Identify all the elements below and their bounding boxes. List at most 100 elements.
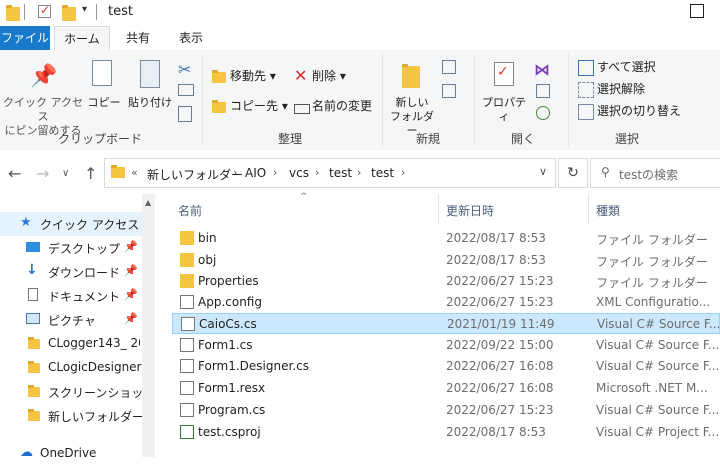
file-name: CaioCs.cs bbox=[199, 317, 257, 331]
nav-downloads[interactable]: ↓ ダウンロード 📌 bbox=[0, 260, 142, 284]
folder-icon bbox=[111, 165, 125, 178]
properties-check-icon[interactable]: ✓ bbox=[38, 3, 51, 18]
navigation-pane: ★ クイック アクセス デスクトップ 📌 ↓ ダウンロード 📌 ドキュメント 📌… bbox=[0, 194, 155, 460]
file-type: Microsoft .NET M... bbox=[596, 381, 708, 395]
file-list: ^ 名前 更新日時 種類 bin 2022/08/17 8:53 ファイル フォ… bbox=[160, 192, 720, 457]
pin-icon[interactable]: 📌 bbox=[124, 264, 138, 277]
tab-view[interactable]: 表示 bbox=[168, 26, 214, 50]
nav-label: 新しいフォルダー bbox=[48, 410, 145, 424]
column-divider[interactable] bbox=[588, 194, 589, 224]
file-date: 2022/06/27 15:23 bbox=[446, 403, 554, 417]
new-folder-quick-icon[interactable] bbox=[62, 5, 76, 21]
easy-access-icon[interactable] bbox=[442, 84, 456, 98]
file-row[interactable]: bin 2022/08/17 8:53 ファイル フォルダー bbox=[172, 228, 720, 249]
file-type: Visual C# Source F... bbox=[597, 317, 720, 331]
file-row[interactable]: App.config 2022/06/27 15:23 XML Configur… bbox=[172, 292, 720, 313]
select-all-button[interactable]: すべて選択 bbox=[597, 59, 656, 75]
address-dropdown-icon[interactable]: ∨ bbox=[531, 158, 555, 186]
forward-arrow-icon[interactable]: → bbox=[36, 164, 49, 183]
breadcrumb-separator-icon[interactable]: › bbox=[401, 166, 405, 179]
overflow-chevron-icon[interactable]: « bbox=[131, 166, 138, 179]
file-date: 2022/08/17 8:53 bbox=[446, 425, 546, 439]
file-row[interactable]: Program.cs 2022/06/27 15:23 Visual C# So… bbox=[172, 400, 720, 421]
paste-button[interactable]: 貼り付け bbox=[124, 96, 176, 110]
file-row[interactable]: test.csproj 2022/08/17 8:53 Visual C# Pr… bbox=[172, 422, 720, 443]
file-name: Properties bbox=[198, 274, 259, 288]
maximize-button[interactable] bbox=[690, 4, 704, 18]
navigation-bar: ← → ∨ ↑ « 新しいフォルダー › AIO › vcs › test › … bbox=[0, 150, 720, 194]
breadcrumb-separator-icon[interactable]: › bbox=[357, 166, 361, 179]
breadcrumb-separator-icon[interactable]: › bbox=[315, 166, 319, 179]
copy-to-label: コピー先 bbox=[230, 99, 279, 113]
nav-desktop[interactable]: デスクトップ 📌 bbox=[0, 236, 142, 260]
folder-icon bbox=[180, 231, 194, 245]
file-date: 2022/06/27 15:23 bbox=[446, 295, 554, 309]
file-row[interactable]: Form1.Designer.cs 2022/06/27 16:08 Visua… bbox=[172, 356, 720, 377]
breadcrumb-separator-icon[interactable]: › bbox=[233, 166, 237, 179]
cut-icon[interactable]: ✂ bbox=[178, 60, 191, 79]
file-date: 2022/08/17 8:53 bbox=[446, 231, 546, 245]
nav-pictures[interactable]: ピクチャ 📌 bbox=[0, 308, 142, 332]
breadcrumb-item[interactable]: test bbox=[371, 166, 394, 180]
customize-toolbar-chevron-icon[interactable]: ▾ bbox=[82, 4, 96, 18]
invert-selection-button[interactable]: 選択の切り替え bbox=[597, 103, 681, 119]
rename-button[interactable]: 名前の変更 bbox=[312, 98, 372, 114]
delete-button[interactable]: 削除 ▾ bbox=[312, 68, 346, 84]
file-row[interactable]: CaioCs.cs 2021/01/19 11:49 Visual C# Sou… bbox=[172, 313, 720, 334]
nav-folder[interactable]: CLogger143_ 202 bbox=[0, 332, 142, 356]
copy-path-icon[interactable] bbox=[178, 84, 194, 96]
pin-icon[interactable]: 📌 bbox=[124, 288, 138, 301]
column-header-date[interactable]: 更新日時 bbox=[446, 202, 494, 219]
scroll-up-icon[interactable]: ▲ bbox=[145, 198, 151, 207]
nav-documents[interactable]: ドキュメント 📌 bbox=[0, 284, 142, 308]
file-type: ファイル フォルダー bbox=[596, 233, 708, 247]
nav-folder[interactable]: 新しいフォルダー bbox=[0, 404, 145, 428]
move-to-icon bbox=[212, 70, 226, 83]
history-icon[interactable] bbox=[536, 106, 550, 120]
refresh-icon[interactable]: ↻ bbox=[558, 158, 588, 188]
search-box[interactable]: ⚲ testの検索 bbox=[590, 158, 720, 188]
nav-quick-access[interactable]: ★ クイック アクセス bbox=[0, 212, 142, 236]
file-type: Visual C# Source F... bbox=[596, 338, 720, 352]
nav-folder[interactable]: スクリーンショット bbox=[0, 380, 155, 404]
move-to-button[interactable]: 移動先 ▾ bbox=[230, 68, 276, 84]
copy-button[interactable]: コピー bbox=[86, 96, 122, 110]
visual-studio-icon[interactable]: ⋈ bbox=[534, 60, 550, 79]
column-divider[interactable] bbox=[438, 194, 439, 224]
properties-button[interactable]: プロパティ bbox=[478, 96, 530, 124]
resx-file-icon bbox=[180, 381, 194, 395]
back-arrow-icon[interactable]: ← bbox=[8, 164, 21, 183]
nav-label: ダウンロード bbox=[48, 266, 121, 280]
column-header-type[interactable]: 種類 bbox=[596, 202, 620, 219]
edit-icon[interactable] bbox=[536, 84, 550, 98]
csharp-file-icon bbox=[180, 359, 194, 373]
pin-icon[interactable]: 📌 bbox=[124, 240, 138, 253]
file-row[interactable]: obj 2022/08/17 8:53 ファイル フォルダー bbox=[172, 250, 720, 271]
breadcrumb-item[interactable]: AIO bbox=[245, 166, 266, 180]
tab-file[interactable]: ファイル bbox=[0, 26, 50, 50]
tab-home[interactable]: ホーム bbox=[54, 26, 110, 51]
copy-to-button[interactable]: コピー先 ▾ bbox=[230, 98, 288, 114]
file-row[interactable]: Properties 2022/06/27 15:23 ファイル フォルダー bbox=[172, 271, 720, 292]
select-none-button[interactable]: 選択解除 bbox=[597, 81, 645, 97]
nav-scrollbar[interactable]: ▲ bbox=[142, 194, 155, 457]
up-arrow-icon[interactable]: ↑ bbox=[84, 164, 97, 183]
nav-onedrive[interactable]: ☁ OneDrive bbox=[0, 442, 142, 466]
column-header-name[interactable]: 名前 bbox=[178, 202, 202, 219]
pin-icon[interactable]: 📌 bbox=[124, 312, 138, 325]
address-bar[interactable]: « 新しいフォルダー › AIO › vcs › test › test › bbox=[104, 158, 556, 188]
breadcrumb-item[interactable]: 新しいフォルダー bbox=[147, 166, 243, 183]
breadcrumb-separator-icon[interactable]: › bbox=[273, 166, 277, 179]
file-row[interactable]: Form1.resx 2022/06/27 16:08 Microsoft .N… bbox=[172, 378, 720, 399]
select-group-label: 選択 bbox=[614, 132, 639, 146]
breadcrumb-item[interactable]: test bbox=[329, 166, 352, 180]
file-date: 2022/06/27 16:08 bbox=[446, 381, 554, 395]
breadcrumb-item[interactable]: vcs bbox=[289, 166, 309, 180]
file-row[interactable]: Form1.cs 2022/09/22 15:00 Visual C# Sour… bbox=[172, 335, 720, 356]
paste-shortcut-icon[interactable] bbox=[178, 106, 192, 122]
new-item-icon[interactable] bbox=[442, 60, 456, 74]
ribbon: 📌 クイック アクセス にピン留めする コピー 貼り付け ✂ クリップボード 移… bbox=[0, 50, 720, 151]
nav-folder[interactable]: CLogicDesigner bbox=[0, 356, 142, 380]
recent-chevron-icon[interactable]: ∨ bbox=[62, 168, 69, 179]
tab-share[interactable]: 共有 bbox=[113, 26, 163, 50]
